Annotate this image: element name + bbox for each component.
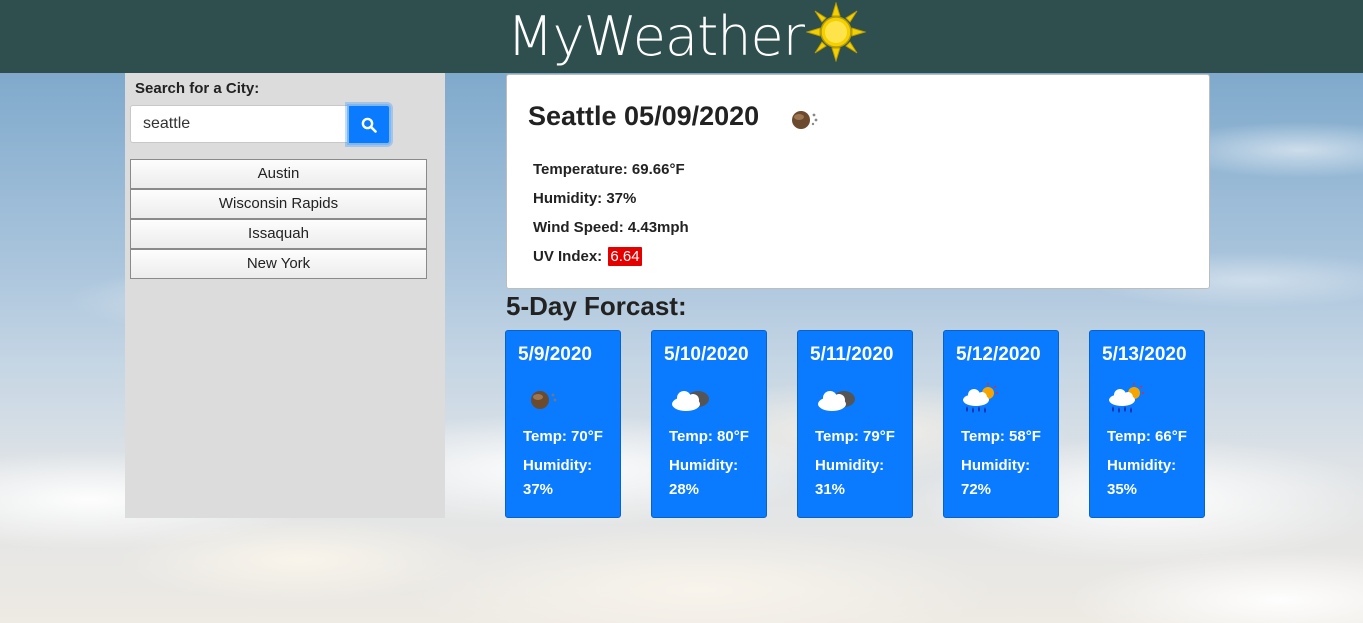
- forecast-card: 5/12/2020 Temp: 58°F Humidity: 72%: [943, 330, 1059, 518]
- forecast-humidity: 28%: [669, 481, 700, 498]
- forecast-humidity: 35%: [1107, 481, 1138, 498]
- forecast-temp: Temp: 80°F: [669, 428, 749, 445]
- city-button-austin[interactable]: Austin: [130, 159, 427, 189]
- search-icon: [361, 117, 377, 133]
- forecast-humidity-label: Humidity:: [523, 457, 593, 474]
- search-label: Search for a City:: [135, 80, 260, 97]
- forecast-temp: Temp: 79°F: [815, 428, 895, 445]
- city-button-issaquah[interactable]: Issaquah: [130, 219, 427, 249]
- haze-moon-icon: [790, 108, 820, 137]
- rain-sun-icon: [1106, 382, 1152, 418]
- forecast-date: 5/11/2020: [810, 344, 894, 365]
- app-header: MyWeather: [0, 0, 1363, 73]
- forecast-humidity: 37%: [523, 481, 554, 498]
- current-humidity: Humidity: 37%: [533, 190, 637, 207]
- current-temperature: Temperature: 69.66°F: [533, 161, 685, 178]
- forecast-humidity-label: Humidity:: [961, 457, 1031, 474]
- search-sidebar: Search for a City: Austin Wisconsin Rapi…: [125, 73, 445, 518]
- forecast-date: 5/9/2020: [518, 344, 592, 365]
- current-wind-speed: Wind Speed: 4.43mph: [533, 219, 689, 236]
- rain-sun-icon: [960, 382, 1006, 418]
- uv-index-label: UV Index:: [533, 248, 603, 265]
- forecast-temp: Temp: 66°F: [1107, 428, 1187, 445]
- current-uv-index: UV Index: 6.64: [533, 247, 642, 266]
- sun-icon: [805, 1, 867, 75]
- forecast-humidity-label: Humidity:: [815, 457, 885, 474]
- forecast-title: 5-Day Forcast:: [506, 291, 687, 321]
- haze-moon-icon: [522, 382, 568, 418]
- cloudy-icon: [814, 382, 860, 418]
- city-button-wisconsin-rapids[interactable]: Wisconsin Rapids: [130, 189, 427, 219]
- current-weather-card: Seattle 05/09/2020 Temperature: 69.66°F …: [506, 74, 1210, 289]
- search-button[interactable]: [347, 104, 391, 145]
- forecast-date: 5/10/2020: [664, 344, 749, 365]
- forecast-date: 5/13/2020: [1102, 344, 1187, 365]
- forecast-card: 5/9/2020 Temp: 70°F Humidity: 37%: [505, 330, 621, 518]
- forecast-card: 5/11/2020 Temp: 79°F Humidity: 31%: [797, 330, 913, 518]
- forecast-temp: Temp: 58°F: [961, 428, 1041, 445]
- city-button-new-york[interactable]: New York: [130, 249, 427, 279]
- current-city-title: Seattle 05/09/2020: [528, 101, 760, 131]
- brand: MyWeather: [507, 0, 867, 75]
- forecast-date: 5/12/2020: [956, 344, 1041, 365]
- forecast-humidity: 31%: [815, 481, 846, 498]
- forecast-card: 5/13/2020 Temp: 66°F Humidity: 35%: [1089, 330, 1205, 518]
- forecast-card: 5/10/2020 Temp: 80°F Humidity: 28%: [651, 330, 767, 518]
- uv-index-badge: 6.64: [608, 247, 642, 266]
- search-input[interactable]: [130, 105, 348, 143]
- city-history-list: Austin Wisconsin Rapids Issaquah New Yor…: [130, 159, 427, 279]
- forecast-humidity: 72%: [961, 481, 992, 498]
- forecast-humidity-label: Humidity:: [1107, 457, 1177, 474]
- app-title: MyWeather: [507, 5, 805, 68]
- cloudy-icon: [668, 382, 714, 418]
- forecast-humidity-label: Humidity:: [669, 457, 739, 474]
- forecast-temp: Temp: 70°F: [523, 428, 603, 445]
